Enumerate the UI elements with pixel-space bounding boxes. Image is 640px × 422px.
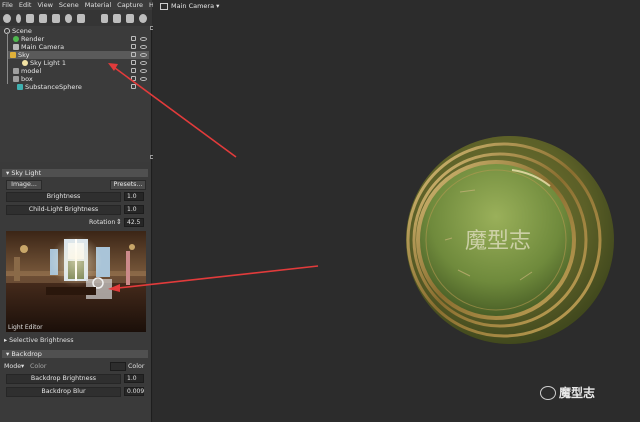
- child-brightness-value[interactable]: 1.0: [124, 205, 144, 214]
- camera-icon: [160, 2, 168, 10]
- scene-tree: Scene Render Main Camera Sky Sky Light 1: [0, 26, 150, 162]
- camera-selector[interactable]: Main Camera ▾: [160, 1, 219, 11]
- model-tool-icon[interactable]: [38, 13, 47, 23]
- backdrop-blur-value[interactable]: 0.009: [124, 387, 144, 396]
- menu-bar: File Edit View Scene Material Capture He…: [0, 0, 164, 10]
- eye-icon[interactable]: [140, 53, 147, 57]
- tree-label-scene: Scene: [12, 27, 32, 35]
- lock-icon[interactable]: [131, 60, 136, 65]
- backdrop-brightness-slider[interactable]: Backdrop Brightness: [6, 374, 121, 384]
- tree-label-render: Render: [21, 35, 45, 43]
- image-button[interactable]: Image...: [6, 180, 42, 190]
- light-editor-label: Light Editor: [8, 324, 43, 331]
- tree-item-scene[interactable]: Scene: [4, 27, 32, 35]
- camera-tool-icon[interactable]: [26, 13, 34, 23]
- backdrop-blur-label: Backdrop Blur: [41, 388, 86, 395]
- tree-label-sky: Sky: [18, 51, 30, 59]
- menu-material[interactable]: Material: [85, 1, 111, 9]
- color-label: Color: [128, 363, 145, 370]
- panorama-image: [6, 231, 146, 332]
- tree-item-substance-sphere[interactable]: SubstanceSphere: [17, 83, 82, 91]
- sky-light-title: Sky Light: [11, 169, 42, 177]
- tree-label-box: box: [21, 75, 33, 83]
- chevron-down-icon: ▾: [216, 2, 220, 10]
- tree-label-model: model: [21, 67, 42, 75]
- backdrop-blur-slider[interactable]: Backdrop Blur: [6, 387, 121, 397]
- mode-dropdown[interactable]: Color: [30, 363, 46, 370]
- left-panel: File Edit View Scene Material Capture He…: [0, 0, 164, 422]
- camera-icon: [13, 44, 19, 50]
- wechat-icon: [540, 385, 556, 400]
- eye-icon[interactable]: [140, 61, 147, 65]
- tree-label-substance-sphere: SubstanceSphere: [25, 83, 82, 91]
- substance-tool-icon[interactable]: [64, 13, 73, 23]
- selective-brightness-label: Selective Brightness: [9, 337, 74, 344]
- lock-icon[interactable]: [131, 76, 136, 81]
- mesh-tool-icon[interactable]: [51, 13, 60, 23]
- brightness-slider[interactable]: Brightness: [6, 192, 121, 202]
- menu-scene[interactable]: Scene: [59, 1, 79, 9]
- mode-label: Mode: [4, 363, 22, 370]
- backdrop-header[interactable]: ▾ Backdrop: [2, 350, 148, 358]
- camera-selector-label: Main Camera: [171, 2, 215, 10]
- lock-icon[interactable]: [131, 44, 136, 49]
- eye-icon[interactable]: [140, 37, 147, 41]
- tree-item-render[interactable]: Render: [13, 35, 44, 43]
- eye-icon[interactable]: [140, 77, 147, 81]
- eye-icon[interactable]: [140, 69, 147, 73]
- watermark: 魔型志: [540, 384, 595, 401]
- child-brightness-label: Child-Light Brightness: [28, 206, 99, 213]
- folder-icon[interactable]: [100, 13, 109, 23]
- toolbar: [0, 10, 152, 26]
- lock-icon[interactable]: [131, 52, 136, 57]
- hdr-panorama-preview[interactable]: Light Editor: [6, 231, 146, 332]
- tree-item-model[interactable]: model: [13, 67, 41, 75]
- lock-icon[interactable]: [131, 84, 136, 89]
- sky-folder-icon: [10, 52, 16, 58]
- backdrop-title: Backdrop: [11, 350, 42, 358]
- child-brightness-slider[interactable]: Child-Light Brightness: [6, 205, 121, 215]
- lock-icon[interactable]: [131, 36, 136, 41]
- brightness-value[interactable]: 1.0: [124, 192, 144, 201]
- rotation-label: Rotation: [89, 219, 116, 226]
- tree-label-main-camera: Main Camera: [21, 43, 65, 51]
- duplicate-icon[interactable]: [113, 13, 122, 23]
- menu-file[interactable]: File: [2, 1, 13, 9]
- sphere-add-icon[interactable]: [77, 13, 86, 23]
- rotation-spinner-icon[interactable]: ⇕: [116, 218, 122, 226]
- tree-label-sky-light: Sky Light 1: [30, 59, 66, 67]
- menu-capture[interactable]: Capture: [117, 1, 143, 9]
- watermark-text: 魔型志: [559, 386, 596, 400]
- tree-connector: [7, 32, 8, 84]
- tree-item-box[interactable]: box: [13, 75, 33, 83]
- eye-icon[interactable]: [140, 45, 147, 49]
- light-bulb-icon: [22, 60, 28, 66]
- rotation-value[interactable]: 42.5: [124, 218, 144, 227]
- mesh-icon: [17, 84, 23, 90]
- brightness-label: Brightness: [46, 193, 81, 200]
- trash-icon[interactable]: [126, 13, 135, 23]
- render-icon: [13, 36, 19, 42]
- sphere-engraving: 魔型志: [465, 229, 531, 254]
- gear-icon[interactable]: [139, 13, 147, 23]
- tree-item-sky[interactable]: Sky: [7, 51, 149, 59]
- box-icon: [13, 76, 19, 82]
- backdrop-brightness-label: Backdrop Brightness: [30, 375, 97, 382]
- backdrop-color-swatch[interactable]: [110, 362, 126, 371]
- model-icon: [13, 68, 19, 74]
- mode-dropdown-icon[interactable]: ▾: [21, 363, 24, 370]
- lock-icon[interactable]: [131, 68, 136, 73]
- sky-light-header[interactable]: ▾ Sky Light: [2, 169, 148, 177]
- selective-brightness-toggle[interactable]: ▸ Selective Brightness: [4, 337, 74, 344]
- tree-item-sky-light[interactable]: Sky Light 1: [22, 59, 66, 67]
- substance-sphere-render: 魔型志: [406, 136, 614, 344]
- menu-edit[interactable]: Edit: [19, 1, 32, 9]
- sphere-tool-icon[interactable]: [3, 13, 11, 23]
- light-tool-icon[interactable]: [15, 13, 22, 23]
- backdrop-brightness-value[interactable]: 1.0: [124, 374, 144, 383]
- presets-button[interactable]: Presets...: [110, 180, 146, 190]
- tree-item-main-camera[interactable]: Main Camera: [13, 43, 64, 51]
- menu-view[interactable]: View: [37, 1, 52, 9]
